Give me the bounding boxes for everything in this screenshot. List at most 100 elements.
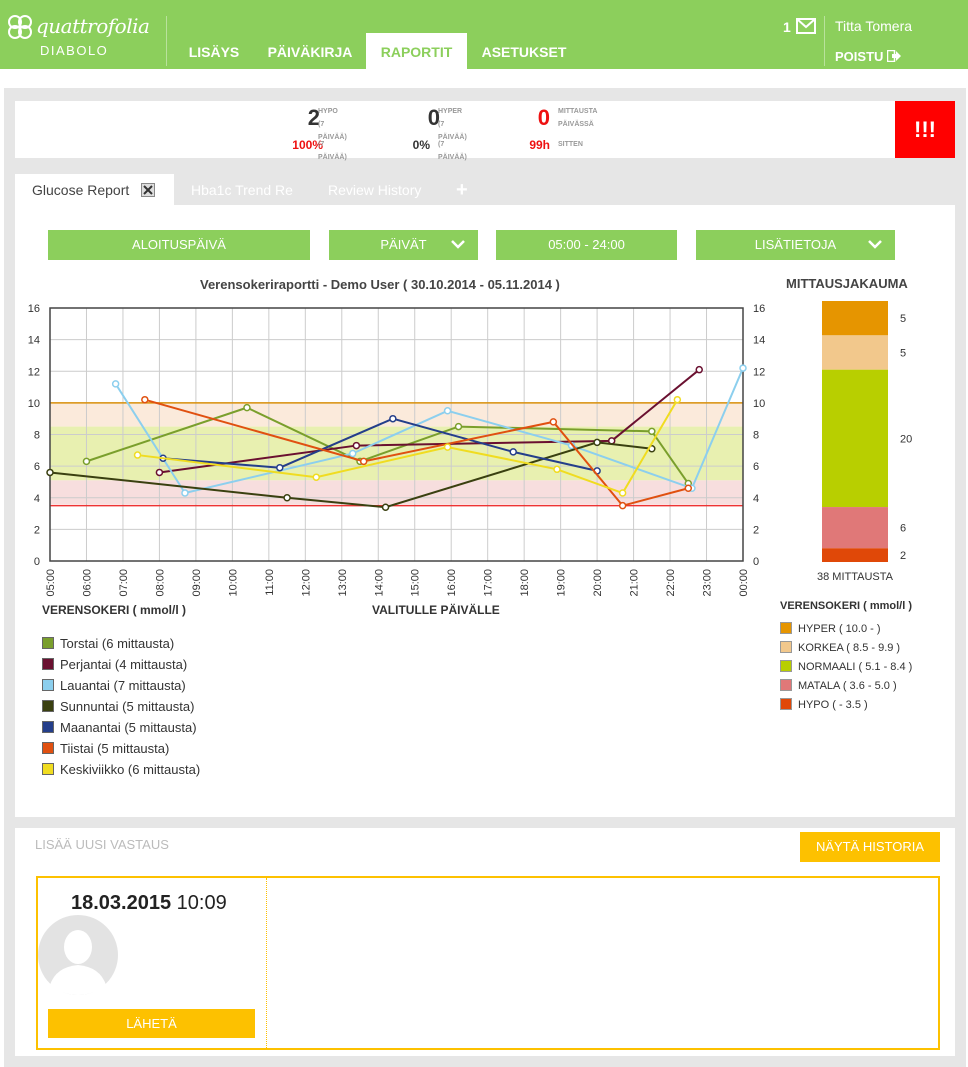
nav-raportit[interactable]: RAPORTIT <box>366 33 467 69</box>
divider <box>824 16 825 66</box>
alarm-badge[interactable]: !!! <box>895 101 955 158</box>
legend-swatch <box>780 641 792 653</box>
y-tick-label-left: 14 <box>28 335 40 347</box>
last-measure-hours: 99h <box>529 138 550 152</box>
legend-label: Keskiviikko (6 mittausta) <box>60 762 201 777</box>
hypo-pct-period: (7 PÄIVÄÄ) <box>318 141 347 161</box>
legend-item[interactable]: Keskiviikko (6 mittausta) <box>42 762 200 777</box>
glucose-line-chart: 0 0 2 2 4 4 6 6 8 8 10 10 12 12 14 14 16 16 05:00 06:00 07:0… <box>28 303 766 617</box>
distribution-legend-item: HYPER ( 10.0 - ) <box>780 622 881 635</box>
data-point <box>181 489 189 497</box>
logout-label: POISTU <box>835 49 884 64</box>
nav-asetukset[interactable]: ASETUKSET <box>472 33 576 69</box>
send-button[interactable]: LÄHETÄ <box>48 1009 255 1038</box>
hypo-percent: 100% <box>292 138 323 152</box>
close-icon[interactable] <box>141 183 155 197</box>
tab-review-history[interactable]: Review History <box>328 174 438 205</box>
y-tick-label-left: 16 <box>28 303 40 315</box>
add-tab-plus-icon[interactable]: + <box>456 174 476 205</box>
top-bar: quattrofolia DIABOLO LISÄYS PÄIVÄKIRJA R… <box>0 0 968 69</box>
y-tick-label-left: 8 <box>34 430 40 442</box>
hypo-count: 2 <box>307 105 320 130</box>
legend-label: Sunnuntai (5 mittausta) <box>60 699 195 714</box>
distribution-legend-item: NORMAALI ( 5.1 - 8.4 ) <box>780 660 912 673</box>
show-history-button[interactable]: NÄYTÄ HISTORIA <box>800 832 940 862</box>
data-point <box>133 451 142 459</box>
data-point <box>593 438 601 447</box>
legend-item[interactable]: Maanantai (5 mittausta) <box>42 720 197 735</box>
data-point <box>283 494 291 502</box>
legend-label: Perjantai (4 mittausta) <box>60 657 188 672</box>
user-name[interactable]: Titta Tomera <box>835 18 912 34</box>
distribution-segment <box>822 301 888 336</box>
start-date-button[interactable]: ALOITUSPÄIVÄ <box>48 230 310 260</box>
legend-label: NORMAALI ( 5.1 - 8.4 ) <box>798 661 913 673</box>
tab-glucose-report[interactable]: Glucose Report <box>15 174 174 205</box>
y-tick-label-right: 0 <box>753 556 759 568</box>
y-tick-label-right: 2 <box>753 524 759 536</box>
more-info-label: LISÄTIETOJA <box>754 237 837 252</box>
y-tick-label-right: 8 <box>753 430 759 442</box>
data-point <box>684 484 693 493</box>
response-textarea[interactable] <box>272 882 932 1044</box>
legend-item[interactable]: Sunnuntai (5 mittausta) <box>42 699 194 714</box>
response-timestamp: 18.03.2015 10:09 <box>71 892 227 915</box>
data-point <box>352 441 361 450</box>
distribution-segment <box>822 507 888 549</box>
last-measure-label: SITTEN <box>558 141 583 148</box>
distribution-segment <box>822 548 888 562</box>
legend-label: MATALA ( 3.6 - 5.0 ) <box>798 680 897 692</box>
logout-button[interactable]: POISTU <box>835 49 902 64</box>
legend-item[interactable]: Torstai (6 mittausta) <box>42 636 174 651</box>
x-tick-label: 06:00 <box>81 569 93 597</box>
legend-item[interactable]: Tiistai (5 mittausta) <box>42 741 169 756</box>
data-point <box>454 422 463 431</box>
legend-label: Tiistai (5 mittausta) <box>60 741 170 756</box>
legend-swatch <box>42 742 54 754</box>
mail-icon[interactable] <box>796 18 816 34</box>
data-point <box>381 503 390 511</box>
app-logo[interactable]: quattrofolia DIABOLO <box>6 12 166 62</box>
time-range-button[interactable]: 05:00 - 24:00 <box>496 230 677 260</box>
x-tick-label: 22:00 <box>665 569 677 597</box>
legend-item[interactable]: Lauantai (7 mittausta) <box>42 678 186 693</box>
data-point <box>648 427 656 436</box>
data-point <box>443 443 452 451</box>
report-tabs: Glucose Report Hba1c Trend Re Review His… <box>15 174 955 205</box>
nav-lisays[interactable]: LISÄYS <box>176 33 252 69</box>
y-tick-label-right: 12 <box>753 366 765 378</box>
tab-hba1c-trend[interactable]: Hba1c Trend Re <box>191 174 303 205</box>
x-tick-label: 20:00 <box>592 569 604 597</box>
y-tick-label-left: 2 <box>34 524 40 536</box>
logout-icon <box>886 49 902 63</box>
data-point <box>549 418 558 426</box>
data-point <box>243 403 251 412</box>
data-point <box>673 395 682 404</box>
range-band <box>50 308 743 403</box>
days-dropdown[interactable]: PÄIVÄT <box>329 230 478 260</box>
segment-count-label: 2 <box>900 550 906 562</box>
app-name: quattrofolia <box>36 14 150 38</box>
response-divider <box>266 878 267 1048</box>
x-tick-label: 19:00 <box>556 569 568 597</box>
chevron-down-icon <box>868 240 882 249</box>
x-axis-label: VALITULLE PÄIVÄLLE <box>372 602 500 617</box>
mail-count: 1 <box>783 19 791 35</box>
legend-item[interactable]: Perjantai (4 mittausta) <box>42 657 187 672</box>
x-tick-label: 16:00 <box>446 569 458 597</box>
distribution-segment <box>822 369 888 508</box>
y-tick-label-left: 10 <box>28 398 40 410</box>
segment-count-label: 5 <box>900 348 906 360</box>
measure-label: MITTAUSTA <box>558 108 598 115</box>
data-point <box>553 465 561 474</box>
y-tick-label-right: 14 <box>753 335 765 347</box>
add-new-response-label: LISÄÄ UUSI VASTAUS <box>35 837 169 852</box>
nav-paivakirja[interactable]: PÄIVÄKIRJA <box>258 33 362 69</box>
data-point <box>348 449 357 458</box>
y-tick-label-right: 16 <box>753 303 765 315</box>
segment-count-label: 6 <box>900 523 906 535</box>
distribution-bar-chart: 5 5 20 6 2 38 MITTAUSTA <box>817 301 912 583</box>
response-date: 18.03.2015 <box>71 892 172 914</box>
x-tick-label: 12:00 <box>300 569 312 597</box>
more-info-dropdown[interactable]: LISÄTIETOJA <box>696 230 895 260</box>
